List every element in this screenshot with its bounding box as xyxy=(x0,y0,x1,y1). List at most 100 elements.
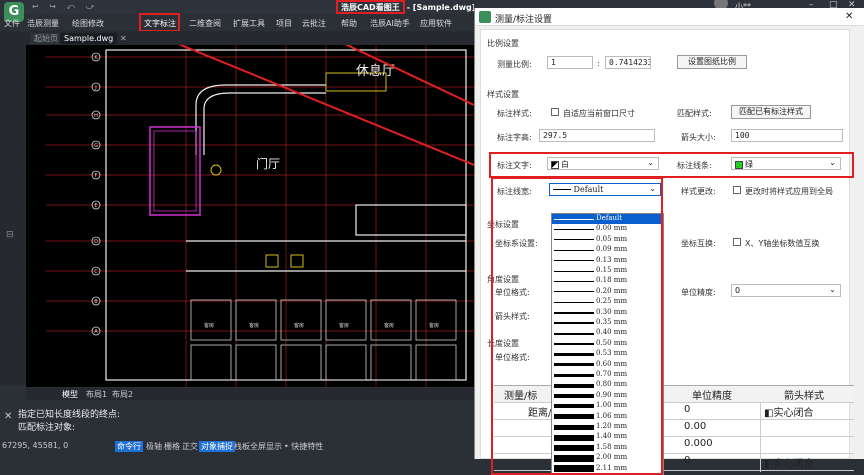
arrow-style-value: 实心闭合 xyxy=(773,459,814,470)
status-bar: 67295, 45581, 0 命令行 极轴 栅格 正交 对象捕捉 栈板 全屏显… xyxy=(0,437,474,459)
table-header-cell: 单位精度 xyxy=(692,391,732,402)
status-fullscreen[interactable]: 全屏显示 xyxy=(250,441,282,452)
menu-2d-view[interactable]: 二维查阅 xyxy=(189,18,221,29)
menu-draw-modify[interactable]: 绘图修改 xyxy=(72,18,104,29)
scale-left-input[interactable]: 1 xyxy=(547,56,593,69)
file-title: - [Sample.dwg] xyxy=(406,3,476,12)
app-name: 浩辰CAD看图王 xyxy=(341,3,400,12)
close-icon[interactable]: ✕ xyxy=(845,11,853,22)
coord-swap-checkbox[interactable] xyxy=(733,238,741,246)
chevron-down-icon: ⌄ xyxy=(829,285,836,294)
close-icon[interactable]: ✕ xyxy=(116,33,131,44)
room-label: 客房 xyxy=(339,322,349,329)
scale-label: 测量比例: xyxy=(497,60,532,69)
tab-layout-2[interactable]: 布局2 xyxy=(112,389,133,400)
arrow-style-icon: ◧ xyxy=(764,459,774,470)
grid-label: C xyxy=(94,269,98,275)
apply-global-label: 更改时将样式应用到全局 xyxy=(745,187,833,196)
status-object-snap[interactable]: 对象捕捉 xyxy=(199,441,235,452)
grid-label: H xyxy=(94,113,98,119)
document-tab-bar: 起始页 Sample.dwg ✕ xyxy=(0,31,480,45)
coord-swap-check-label: X、Y轴坐标数值互换 xyxy=(745,239,820,248)
cad-canvas[interactable]: K J H G F E D C B A 客房 客房 客房 客房 客房 客房 休息… xyxy=(26,45,474,387)
auto-fit-checkbox[interactable] xyxy=(551,108,559,116)
grid-label: D xyxy=(94,239,98,245)
status-quick-properties[interactable]: • 快捷特性 xyxy=(284,441,323,452)
table-cell: 0.000 xyxy=(684,438,713,449)
status-command-line[interactable]: 命令行 xyxy=(115,441,143,452)
close-icon[interactable]: ✕ xyxy=(4,411,12,422)
room-label: 客房 xyxy=(384,322,394,329)
scale-colon: : xyxy=(597,59,600,68)
quick-access-toolbar[interactable]: ↩ ↪ ⤺ ⤻ xyxy=(32,2,98,12)
menu-ai-assistant[interactable]: 浩辰AI助手 xyxy=(370,18,410,29)
arrow-style-value: 实心闭合 xyxy=(773,408,814,419)
room-label-lobby: 门厅 xyxy=(256,156,280,171)
section-scale: 比例设置 xyxy=(487,39,519,48)
text-height-label: 标注字高: xyxy=(497,133,532,142)
left-tool-rail: ⊟ xyxy=(0,45,26,385)
highlight-box-lineweight xyxy=(491,177,663,475)
command-history-line: 指定已知长度线段的终点: xyxy=(18,410,121,420)
table-header-cell: 箭头样式 xyxy=(784,391,824,402)
menu-help[interactable]: 帮助 xyxy=(341,18,357,29)
status-pallet[interactable]: 栈板 xyxy=(234,441,250,452)
menu-file[interactable]: 文件 xyxy=(4,18,20,29)
app-icon xyxy=(479,11,491,23)
layout-tab-bar: 模型 布局1 布局2 xyxy=(26,388,474,400)
grid-label: E xyxy=(94,203,97,209)
highlight-box-menu xyxy=(139,13,180,32)
tab-model[interactable]: 模型 xyxy=(62,389,78,400)
tab-sample-dwg[interactable]: Sample.dwg xyxy=(60,33,118,44)
room-label: 客房 xyxy=(249,322,259,329)
dim-style-label: 标注样式: xyxy=(497,109,532,118)
menu-extend-tools[interactable]: 扩展工具 xyxy=(233,18,265,29)
highlight-box-colors xyxy=(489,152,854,178)
dialog-body: 比例设置 测量比例: 1 : 0.7414233 设置图纸比例 样式设置 标注样… xyxy=(480,29,854,475)
table-cell: 0 xyxy=(684,404,691,415)
status-polar[interactable]: 极轴 xyxy=(146,441,162,452)
tab-layout-1[interactable]: 布局1 xyxy=(86,389,107,400)
angle-precision-value: 0 xyxy=(735,286,741,295)
grid-label: G xyxy=(94,143,98,149)
command-area[interactable]: ✕ 指定已知长度线段的终点: 匹配标注对象: xyxy=(0,405,474,435)
room-label: 客房 xyxy=(429,322,439,329)
dialog-header: 测量/标注设置 ✕ xyxy=(475,8,864,26)
panel-toggle-icon[interactable]: ⊟ xyxy=(6,230,14,240)
match-style-label: 匹配样式: xyxy=(677,109,712,118)
grid-label: B xyxy=(94,299,98,305)
scale-right-input[interactable]: 0.7414233 xyxy=(605,56,651,69)
floor-plan-drawing: K J H G F E D C B A 客房 客房 客房 客房 客房 客房 休息… xyxy=(26,45,474,387)
apply-global-checkbox[interactable] xyxy=(733,186,741,194)
grid-label: A xyxy=(94,329,98,335)
tab-start-page[interactable]: 起始页 xyxy=(30,33,62,44)
table-cell: 0.00 xyxy=(684,421,707,432)
menu-measure[interactable]: 浩辰测量 xyxy=(27,18,59,29)
menu-bar: 文件 浩辰测量 绘图修改 文字标注 二维查阅 扩展工具 项目 云批注 帮助 浩辰… xyxy=(0,15,480,31)
grid-label: F xyxy=(95,173,98,179)
dialog-title: 测量/标注设置 xyxy=(495,15,553,25)
coord-swap-label: 坐标互换: xyxy=(681,239,716,248)
text-height-input[interactable]: 297.5 xyxy=(539,129,655,142)
measure-dimension-settings-dialog: 测量/标注设置 ✕ 比例设置 测量比例: 1 : 0.7414233 设置图纸比… xyxy=(474,8,864,475)
status-ortho[interactable]: 正交 xyxy=(182,441,198,452)
table-cell: ◧实心闭合 xyxy=(764,455,813,470)
angle-unit-precision-label: 单位精度: xyxy=(681,288,716,297)
arrow-size-input[interactable]: 100 xyxy=(731,129,843,142)
table-cell: 0 xyxy=(684,455,691,466)
menu-project[interactable]: 项目 xyxy=(276,18,292,29)
window-title: 浩辰CAD看图王 - [Sample.dwg] xyxy=(336,0,475,14)
angle-precision-select[interactable]: 0 ⌄ xyxy=(731,284,841,297)
section-style: 样式设置 xyxy=(487,90,519,99)
style-change-label: 样式更改: xyxy=(681,187,716,196)
set-drawing-scale-button[interactable]: 设置图纸比例 xyxy=(677,55,747,69)
coordinates-readout: 67295, 45581, 0 xyxy=(2,441,69,450)
arrow-size-label: 箭头大小: xyxy=(681,133,716,142)
menu-cloud-annotate[interactable]: 云批注 xyxy=(302,18,326,29)
status-grid[interactable]: 栅格 xyxy=(164,441,180,452)
match-style-button[interactable]: 匹配已有标注样式 xyxy=(731,105,811,119)
auto-fit-label: 自适应当前窗口尺寸 xyxy=(563,109,635,118)
app-window: G ↩ ↪ ⤺ ⤻ 浩辰CAD看图王 - [Sample.dwg] 文件 浩辰测… xyxy=(0,0,864,475)
room-label: 客房 xyxy=(294,322,304,329)
menu-apps[interactable]: 应用软件 xyxy=(420,18,452,29)
